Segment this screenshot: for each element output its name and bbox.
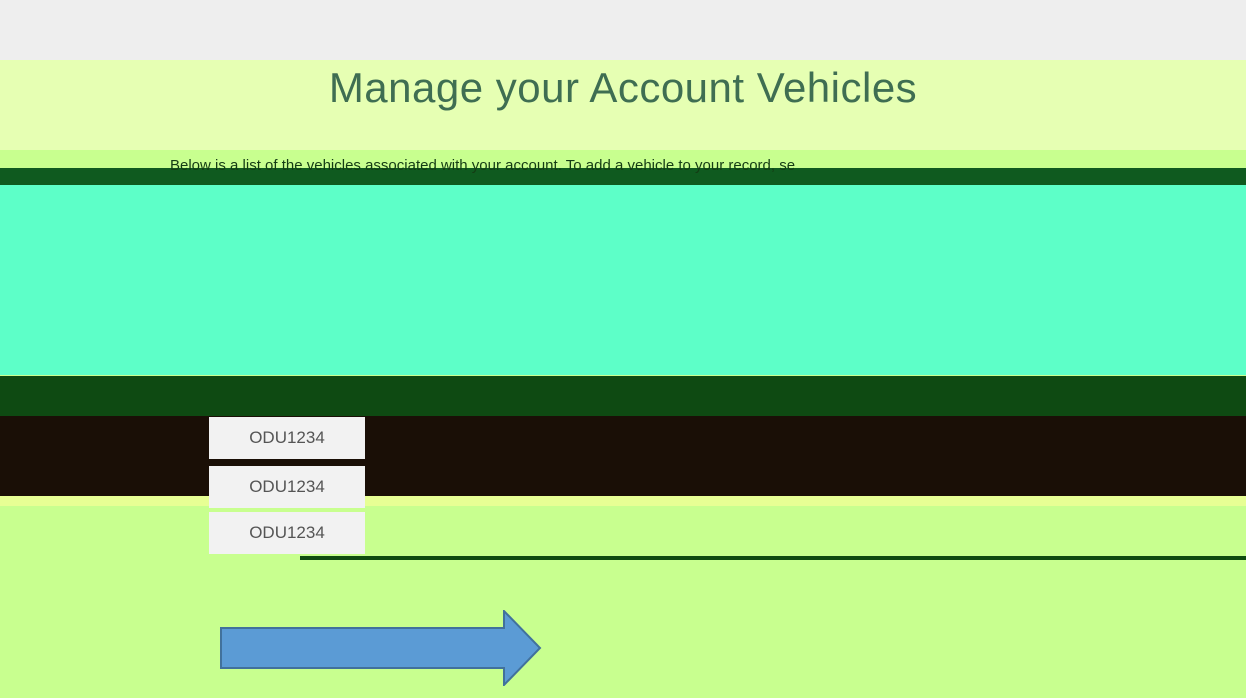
table-body-band bbox=[0, 416, 1246, 496]
table-header-band bbox=[0, 376, 1246, 416]
right-arrow-icon bbox=[220, 610, 542, 686]
vehicle-plate-2[interactable]: ODU1234 bbox=[209, 466, 365, 508]
table-bottom-rule bbox=[300, 556, 1246, 560]
page-title: Manage your Account Vehicles bbox=[328, 64, 918, 111]
vehicle-plate-1[interactable]: ODU1234 bbox=[209, 417, 365, 459]
top-bar bbox=[0, 0, 1246, 60]
content-panel bbox=[0, 185, 1246, 375]
vehicle-plate-3[interactable]: ODU1234 bbox=[209, 512, 365, 554]
page-description: Below is a list of the vehicles associat… bbox=[170, 157, 796, 174]
table-divider bbox=[0, 496, 1246, 506]
